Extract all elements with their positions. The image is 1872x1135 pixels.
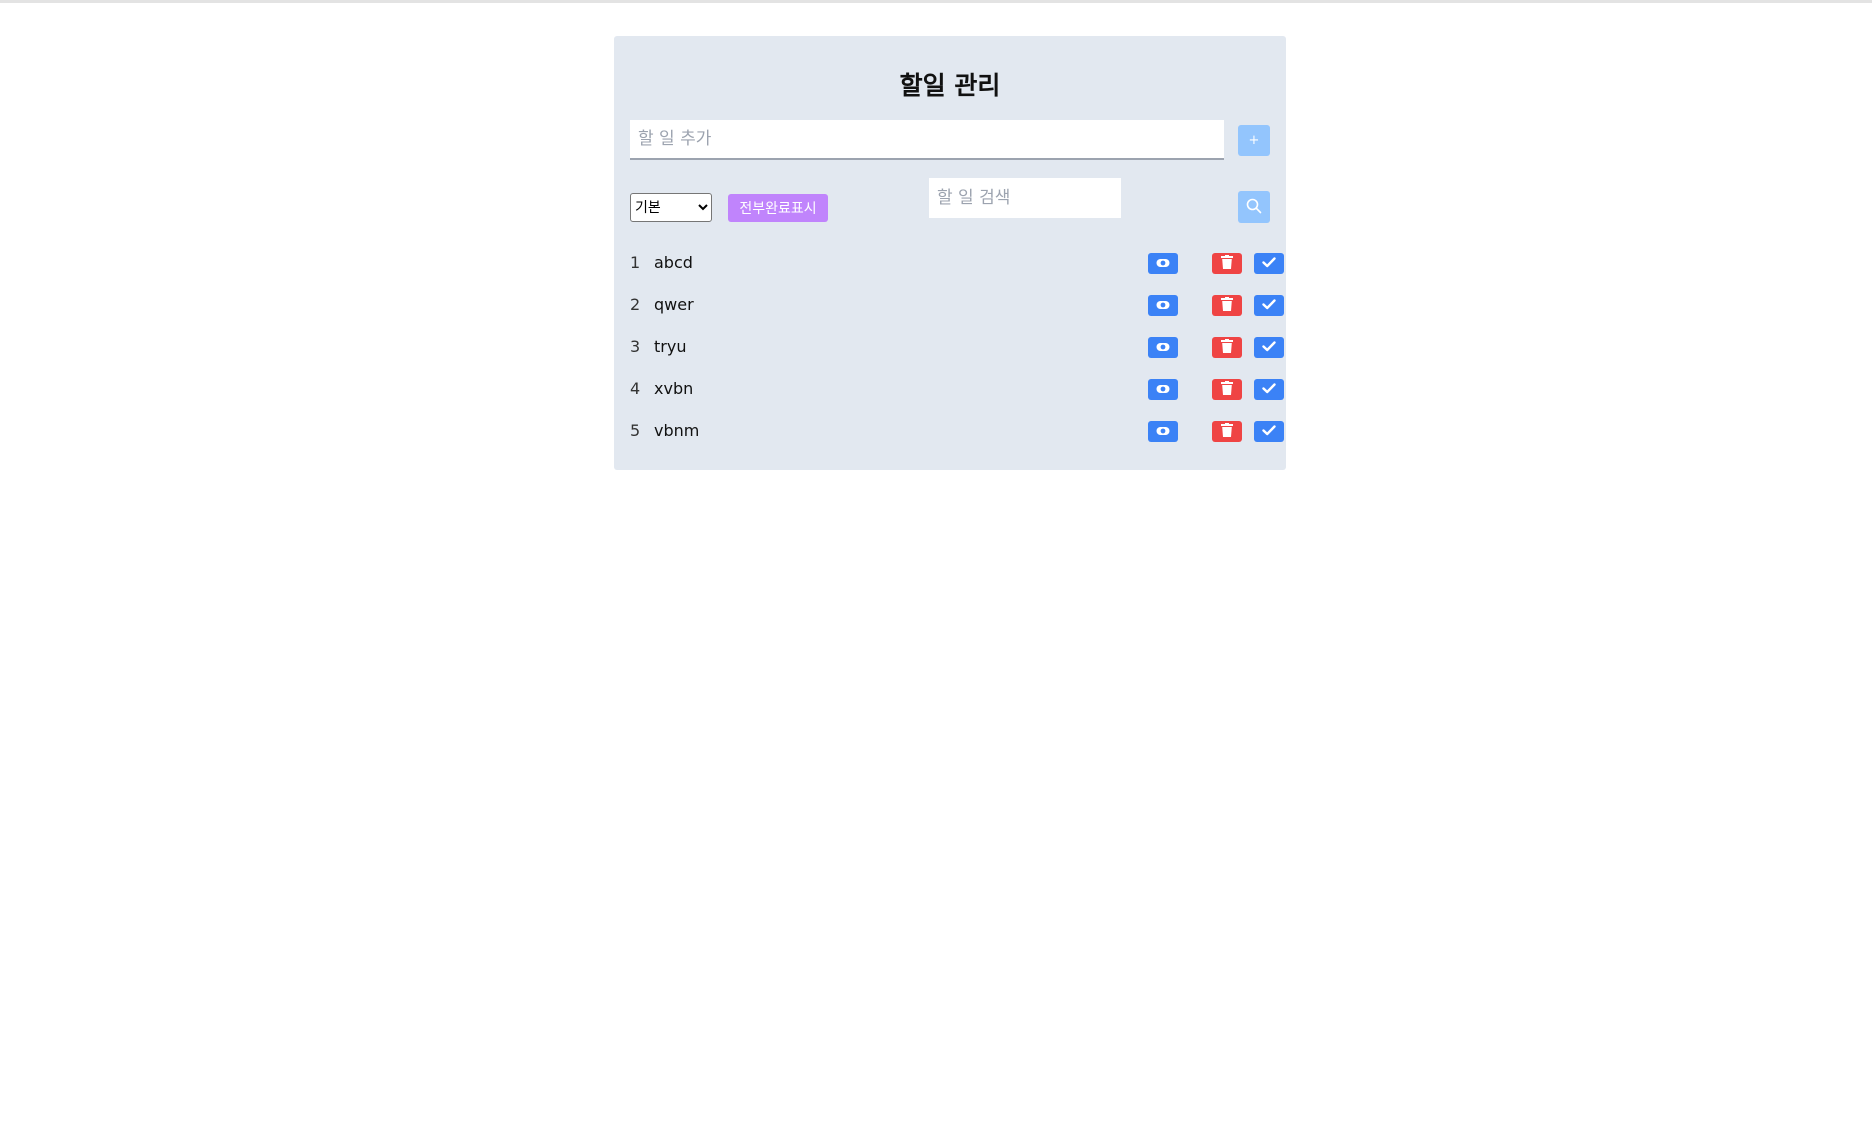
todo-number: 5 bbox=[630, 421, 641, 440]
check-icon bbox=[1262, 382, 1276, 397]
view-button[interactable] bbox=[1148, 337, 1178, 358]
todo-row: 3 tryu bbox=[630, 326, 1284, 368]
check-icon bbox=[1262, 256, 1276, 271]
trash-icon bbox=[1221, 381, 1233, 398]
todo-number: 3 bbox=[630, 337, 641, 356]
delete-button[interactable] bbox=[1212, 337, 1242, 358]
todo-number: 1 bbox=[630, 253, 641, 272]
trash-icon bbox=[1221, 339, 1233, 356]
search-input[interactable] bbox=[929, 178, 1121, 218]
add-todo-button[interactable]: + bbox=[1238, 125, 1270, 156]
view-button[interactable] bbox=[1148, 295, 1178, 316]
search-icon bbox=[1246, 198, 1262, 217]
complete-button[interactable] bbox=[1254, 379, 1284, 400]
eye-icon bbox=[1156, 340, 1170, 355]
delete-button[interactable] bbox=[1212, 421, 1242, 442]
page-title: 할일 관리 bbox=[899, 71, 1001, 100]
todo-panel: 할일 관리 + 기본 전부완료표시 1 abcd bbox=[614, 36, 1286, 470]
todo-row: 5 vbnm bbox=[630, 410, 1284, 452]
delete-button[interactable] bbox=[1212, 379, 1242, 400]
todo-number: 2 bbox=[630, 295, 641, 314]
eye-icon bbox=[1156, 256, 1170, 271]
check-icon bbox=[1262, 340, 1276, 355]
eye-icon bbox=[1156, 382, 1170, 397]
view-button[interactable] bbox=[1148, 253, 1178, 274]
todo-text: tryu bbox=[654, 337, 687, 356]
add-todo-input[interactable] bbox=[630, 120, 1224, 160]
complete-button[interactable] bbox=[1254, 337, 1284, 358]
delete-button[interactable] bbox=[1212, 253, 1242, 274]
todo-text: vbnm bbox=[654, 421, 700, 440]
check-icon bbox=[1262, 424, 1276, 439]
todo-text: qwer bbox=[654, 295, 694, 314]
delete-button[interactable] bbox=[1212, 295, 1242, 316]
browser-top-border bbox=[0, 0, 1872, 3]
todo-list: 1 abcd 2 qwer 3 tryu 4 xvbn 5 vbnm bbox=[630, 242, 1284, 452]
todo-text: xvbn bbox=[654, 379, 694, 398]
todo-text: abcd bbox=[654, 253, 693, 272]
check-icon bbox=[1262, 298, 1276, 313]
complete-all-button[interactable]: 전부완료표시 bbox=[728, 194, 828, 222]
trash-icon bbox=[1221, 255, 1233, 272]
todo-row: 4 xvbn bbox=[630, 368, 1284, 410]
complete-button[interactable] bbox=[1254, 295, 1284, 316]
sort-select[interactable]: 기본 bbox=[630, 193, 712, 222]
view-button[interactable] bbox=[1148, 421, 1178, 442]
complete-button[interactable] bbox=[1254, 421, 1284, 442]
search-button[interactable] bbox=[1238, 191, 1270, 223]
todo-row: 2 qwer bbox=[630, 284, 1284, 326]
trash-icon bbox=[1221, 297, 1233, 314]
eye-icon bbox=[1156, 424, 1170, 439]
trash-icon bbox=[1221, 423, 1233, 440]
todo-number: 4 bbox=[630, 379, 641, 398]
todo-row: 1 abcd bbox=[630, 242, 1284, 284]
eye-icon bbox=[1156, 298, 1170, 313]
view-button[interactable] bbox=[1148, 379, 1178, 400]
complete-button[interactable] bbox=[1254, 253, 1284, 274]
